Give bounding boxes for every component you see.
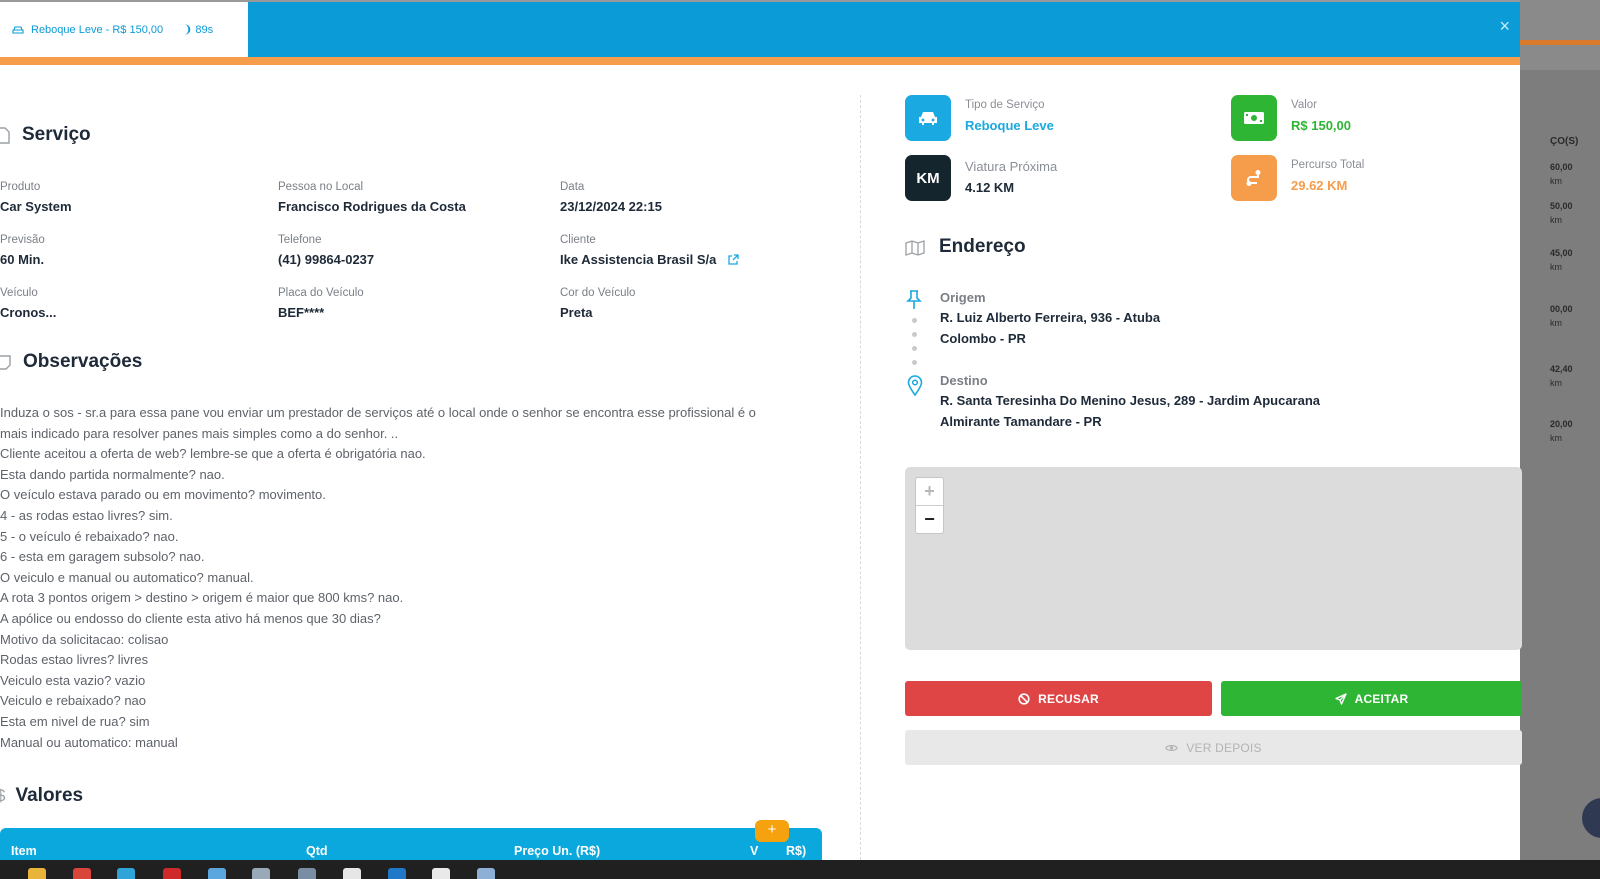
field-cor: Cor do Veículo Preta bbox=[560, 287, 636, 320]
tab-service-offer[interactable]: Reboque Leve - R$ 150,00 ❩ 89s bbox=[0, 2, 248, 57]
background-row: 50,00 km bbox=[1550, 201, 1573, 225]
route-dot bbox=[912, 332, 917, 337]
background-panel bbox=[1520, 70, 1600, 860]
obs-line: Esta dando partida normalmente? nao. bbox=[0, 466, 225, 482]
obs-line: mais indicado para resolver panes mais s… bbox=[0, 425, 399, 441]
observacoes-section-title: Observações bbox=[0, 351, 142, 373]
chrome-alt-icon[interactable] bbox=[343, 868, 361, 879]
obs-line: 6 - esta em garagem subsolo? nao. bbox=[0, 549, 205, 565]
tab-label: Reboque Leve - R$ 150,00 bbox=[31, 23, 164, 36]
km-icon: KM bbox=[905, 155, 951, 201]
obs-line: A apólice ou endosso do cliente esta ati… bbox=[0, 610, 381, 626]
teams-icon[interactable] bbox=[388, 868, 406, 879]
recusar-button[interactable]: RECUSAR bbox=[905, 681, 1212, 716]
obs-line: 5 - o veículo é rebaixado? nao. bbox=[0, 528, 179, 544]
location-marker-icon bbox=[907, 375, 923, 396]
eye-icon bbox=[1165, 744, 1179, 751]
valores-section-title: $ Valores bbox=[0, 785, 83, 807]
endereco-section-title: Endereço bbox=[905, 236, 1026, 258]
destino-line2: Almirante Tamandare - PR bbox=[940, 414, 1102, 429]
destino-label: Destino bbox=[940, 373, 988, 388]
modal-header: Reboque Leve - R$ 150,00 ❩ 89s × bbox=[0, 2, 1520, 57]
background-column-header: ÇO(S) bbox=[1550, 136, 1579, 147]
field-previsao: Previsão 60 Min. bbox=[0, 234, 45, 267]
background-row: 42,40 km bbox=[1550, 364, 1573, 388]
column-header-valor-end: R$) bbox=[786, 844, 807, 858]
send-icon bbox=[1334, 692, 1347, 705]
origem-line1: R. Luiz Alberto Ferreira, 936 - Atuba bbox=[940, 310, 1161, 325]
background-orange-bar bbox=[1520, 40, 1600, 45]
field-veiculo: Veículo Cronos... bbox=[0, 287, 57, 320]
field-data: Data 23/12/2024 22:15 bbox=[560, 181, 662, 214]
obs-line: O veículo estava parado ou em movimento?… bbox=[0, 487, 326, 503]
car-icon bbox=[905, 95, 951, 141]
field-telefone: Telefone (41) 99864-0237 bbox=[278, 234, 375, 267]
route-map[interactable]: + − bbox=[905, 467, 1522, 650]
column-header-item: Item bbox=[11, 844, 37, 858]
route-dot bbox=[912, 360, 917, 365]
zoom-in-button[interactable]: + bbox=[916, 478, 943, 506]
obs-line: 4 - as rodas estao livres? sim. bbox=[0, 507, 173, 523]
field-pessoa-no-local: Pessoa no Local Francisco Rodrigues da Co… bbox=[278, 181, 466, 214]
opera-icon[interactable] bbox=[163, 868, 181, 879]
external-link-icon[interactable] bbox=[728, 254, 739, 265]
calculator-icon[interactable] bbox=[298, 868, 316, 879]
paint-icon[interactable] bbox=[477, 868, 495, 879]
obs-line: Cliente aceitou a oferta de web? lembre-… bbox=[0, 446, 426, 462]
countdown-progress-bar bbox=[0, 57, 1520, 65]
tab-timer: ❩ 89s bbox=[183, 24, 214, 36]
obs-line: Esta em nivel de rua? sim bbox=[0, 713, 150, 729]
servico-section-title: Serviço bbox=[0, 124, 91, 146]
field-cliente: Cliente Ike Assistencia Brasil S/a bbox=[560, 234, 739, 267]
origem-label: Origem bbox=[940, 290, 986, 305]
obs-line: Motivo da solicitacao: colisao bbox=[0, 631, 169, 647]
obs-line: A rota 3 pontos origem > destino > orige… bbox=[0, 590, 404, 606]
field-placa: Placa do Veículo BEF**** bbox=[278, 287, 364, 320]
background-app: ÇO(S) 60,00 km 50,00 km 45,00 km 00,00 km 42… bbox=[1520, 0, 1600, 860]
close-button[interactable]: × bbox=[1499, 16, 1510, 37]
map-zoom-control: + − bbox=[915, 477, 944, 534]
column-header-valor-start: V bbox=[750, 844, 759, 858]
ban-icon bbox=[1018, 692, 1030, 705]
origem-line2: Colombo - PR bbox=[940, 331, 1026, 346]
document-icon bbox=[0, 126, 10, 144]
aceitar-button[interactable]: ACEITAR bbox=[1221, 681, 1522, 716]
obs-line: Veiculo e rebaixado? nao bbox=[0, 693, 147, 709]
note-icon bbox=[0, 354, 11, 370]
map-icon bbox=[905, 239, 925, 256]
obs-line: Rodas estao livres? livres bbox=[0, 652, 149, 668]
destino-line1: R. Santa Teresinha Do Menino Jesus, 289 … bbox=[940, 393, 1321, 408]
background-row: 60,00 km bbox=[1550, 162, 1573, 186]
ver-depois-button[interactable]: VER DEPOIS bbox=[905, 730, 1522, 765]
obs-line: Induza o sos - sr.a para essa pane vou e… bbox=[0, 405, 756, 420]
column-header-qtd: Qtd bbox=[306, 844, 328, 858]
os-taskbar bbox=[0, 860, 1600, 879]
pin-icon bbox=[906, 290, 922, 309]
column-divider bbox=[860, 95, 861, 860]
app-icon[interactable] bbox=[252, 868, 270, 879]
route-dot bbox=[912, 346, 917, 351]
background-row: 20,00 km bbox=[1550, 419, 1573, 443]
field-produto: Produto Car System bbox=[0, 181, 72, 214]
route-dot bbox=[912, 318, 917, 323]
obs-line: Veiculo esta vazio? vazio bbox=[0, 672, 146, 688]
zoom-out-button[interactable]: − bbox=[916, 506, 943, 534]
obs-line: O veiculo e manual ou automatico? manual… bbox=[0, 569, 254, 585]
background-row: 00,00 km bbox=[1550, 304, 1573, 328]
observacoes-text: Induza o sos - sr.a para essa pane vou e… bbox=[0, 403, 820, 753]
whatsapp-icon[interactable] bbox=[432, 868, 450, 879]
file-explorer-icon[interactable] bbox=[28, 868, 46, 879]
add-item-button[interactable]: + bbox=[755, 820, 789, 842]
edge-icon[interactable] bbox=[117, 868, 135, 879]
car-icon bbox=[12, 25, 24, 34]
dollar-icon: $ bbox=[0, 786, 6, 805]
column-header-preco-un: Preço Un. (R$) bbox=[514, 844, 601, 858]
browser-icon[interactable] bbox=[208, 868, 226, 879]
money-icon bbox=[1231, 95, 1277, 141]
obs-line: Manual ou automatico: manual bbox=[0, 734, 178, 750]
chrome-icon[interactable] bbox=[73, 868, 91, 879]
background-row: 45,00 km bbox=[1550, 248, 1573, 272]
route-icon bbox=[1231, 155, 1277, 201]
